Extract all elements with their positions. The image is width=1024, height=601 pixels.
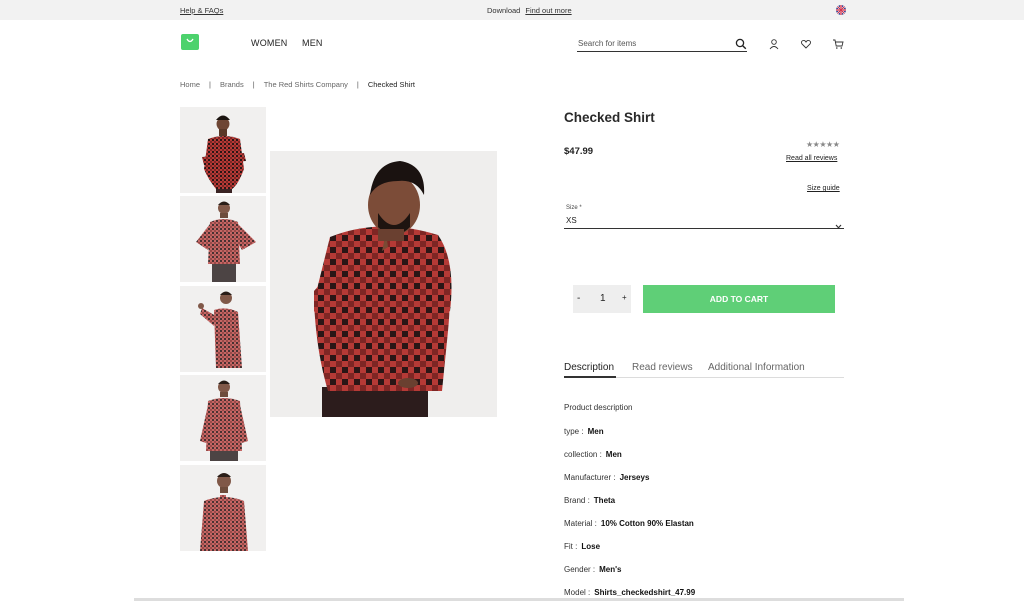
search-box xyxy=(577,36,747,52)
spec-value: Lose xyxy=(581,542,601,551)
breadcrumb-home[interactable]: Home xyxy=(180,80,200,89)
spec-row-fit: Fit : Lose xyxy=(564,542,600,551)
quantity-stepper: - 1 + xyxy=(573,285,631,313)
spec-label: Gender : xyxy=(564,565,596,574)
spec-value: Jerseys xyxy=(619,473,650,482)
nav-women[interactable]: WOMEN xyxy=(251,38,288,48)
spec-row-manufacturer: Manufacturer : Jerseys xyxy=(564,473,649,482)
breadcrumb-brands[interactable]: Brands xyxy=(220,80,244,89)
product-main-image[interactable] xyxy=(270,151,497,417)
breadcrumb-brand[interactable]: The Red Shirts Company xyxy=(264,80,348,89)
product-description-heading: Product description xyxy=(564,403,633,412)
breadcrumb-current: Checked Shirt xyxy=(367,80,415,89)
breadcrumb-separator: | xyxy=(209,80,211,89)
size-label: Size * xyxy=(566,205,582,211)
breadcrumb: Home | Brands | The Red Shirts Company | Check… xyxy=(180,80,415,89)
nav-men[interactable]: MEN xyxy=(302,38,323,48)
tab-description[interactable]: Description xyxy=(564,362,614,373)
add-to-cart-button[interactable]: ADD TO CART xyxy=(643,285,835,313)
product-title: Checked Shirt xyxy=(564,110,655,125)
spec-label: Material : xyxy=(564,519,597,528)
rating-stars: ★★★★★ xyxy=(806,140,840,149)
product-thumbnail[interactable] xyxy=(180,196,266,282)
find-out-more-link[interactable]: Find out more xyxy=(525,6,571,15)
spec-label: Manufacturer : xyxy=(564,473,616,482)
breadcrumb-separator: | xyxy=(252,80,255,89)
top-bar: Help & FAQs Download Find out more xyxy=(0,0,1024,20)
size-guide-link[interactable]: Size guide xyxy=(807,185,840,192)
spec-label: collection : xyxy=(564,450,602,459)
spec-value: 10% Cotton 90% Elastan xyxy=(600,519,694,528)
read-all-reviews-link[interactable]: Read all reviews xyxy=(786,155,837,162)
product-tabs: Description Read reviews Additional Info… xyxy=(564,360,844,378)
help-faqs-link[interactable]: Help & FAQs xyxy=(180,6,223,15)
spec-label: Fit : xyxy=(564,542,578,551)
download-text: Download xyxy=(487,6,521,15)
spec-label: Model : xyxy=(564,588,591,597)
spec-value: Men's xyxy=(599,565,622,574)
site-header: WOMEN MEN xyxy=(0,20,1024,65)
uk-flag-icon[interactable] xyxy=(836,5,846,15)
tab-additional-information[interactable]: Additional Information xyxy=(708,362,805,373)
cart-icon[interactable] xyxy=(832,37,844,49)
spec-value: Theta xyxy=(593,496,616,505)
quantity-increase-button[interactable]: + xyxy=(622,293,627,302)
quantity-decrease-button[interactable]: - xyxy=(577,293,580,304)
spec-value: Men xyxy=(587,427,604,436)
heart-icon[interactable] xyxy=(800,37,812,49)
spec-row-collection: collection : Men xyxy=(564,450,622,459)
spec-row-model: Model : Shirts_checkedshirt_47.99 xyxy=(564,588,695,597)
spec-row-brand: Brand : Theta xyxy=(564,496,615,505)
size-selected-value: XS xyxy=(566,216,577,225)
product-price: $47.99 xyxy=(564,146,594,157)
search-input[interactable] xyxy=(578,37,728,50)
spec-value: Men xyxy=(605,450,622,459)
download-promo: Download Find out more xyxy=(487,6,572,15)
product-thumbnail[interactable] xyxy=(180,375,266,461)
spec-label: Brand : xyxy=(564,496,590,505)
active-tab-indicator xyxy=(564,376,616,378)
logo-bag-icon[interactable] xyxy=(181,34,199,50)
spec-value: Shirts_checkedshirt_47.99 xyxy=(594,588,696,597)
quantity-value[interactable]: 1 xyxy=(600,293,606,304)
chevron-down-icon xyxy=(835,217,842,229)
spec-row-gender: Gender : Men's xyxy=(564,565,622,574)
product-thumbnail[interactable] xyxy=(180,465,266,551)
search-icon[interactable] xyxy=(735,37,747,50)
spec-row-type: type : Men xyxy=(564,427,604,436)
product-thumbnail[interactable] xyxy=(180,286,266,372)
spec-row-material: Material :10% Cotton 90% Elastan xyxy=(564,519,694,528)
size-select[interactable]: XS xyxy=(564,214,844,229)
spec-label: type : xyxy=(564,427,584,436)
breadcrumb-separator: | xyxy=(356,80,359,89)
user-icon[interactable] xyxy=(768,37,780,50)
tab-read-reviews[interactable]: Read reviews xyxy=(632,362,693,373)
product-thumbnail[interactable] xyxy=(180,107,266,193)
